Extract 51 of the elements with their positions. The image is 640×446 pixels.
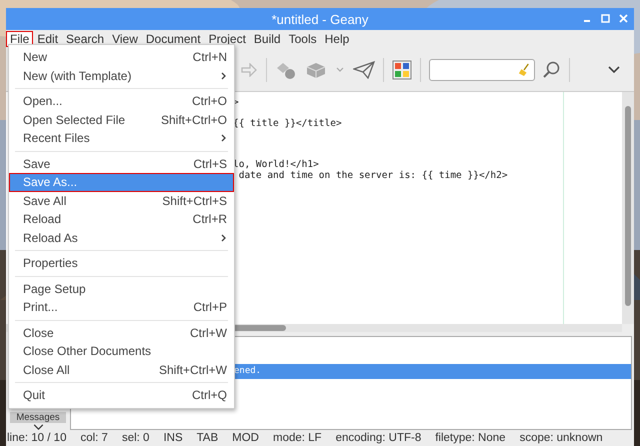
status-item: sel: 0 (122, 432, 150, 444)
search-field[interactable] (429, 58, 535, 80)
broom-icon[interactable] (518, 62, 530, 78)
menu-item[interactable]: Edit (33, 31, 62, 47)
status-item: MOD (232, 432, 259, 444)
search-icon[interactable] (543, 60, 561, 78)
status-item: col: 7 (80, 432, 108, 444)
menu-item[interactable]: Open Selected File Shift+Ctrl+O (9, 110, 234, 129)
paper-plane-icon[interactable] (353, 60, 375, 78)
menu-item[interactable]: Document (142, 31, 205, 47)
window-title: *untitled - Geany (272, 12, 368, 26)
chevron-down-icon[interactable] (32, 424, 44, 430)
code-line: {{ title }}</title> (233, 118, 342, 129)
menu-item[interactable]: Save Ctrl+S (9, 154, 234, 173)
menu-item[interactable]: Properties (9, 254, 234, 272)
menu-item[interactable]: Quit Ctrl+Q (9, 386, 234, 404)
scrollbar[interactable] (622, 92, 634, 324)
maximize-icon[interactable] (601, 14, 610, 23)
chevron-down-icon[interactable] (608, 66, 620, 74)
menu-item[interactable]: Project (204, 31, 250, 47)
menu-item[interactable]: Close Ctrl+W (9, 324, 234, 342)
status-item: line: 10 / 10 (7, 432, 66, 444)
status-item: TAB (196, 432, 218, 444)
menu-item[interactable]: Save All Shift+Ctrl+S (9, 192, 234, 210)
menu-item[interactable]: Page Setup (9, 280, 234, 298)
caret-icon[interactable] (335, 66, 345, 74)
status-item: INS (163, 432, 183, 444)
code-line: date and time on the server is: {{ time }}</h2> (238, 170, 508, 181)
menu-item[interactable]: Print... Ctrl+P (9, 298, 234, 316)
menu-item[interactable]: New Ctrl+N (9, 48, 234, 66)
arrow-right-icon[interactable] (240, 62, 258, 76)
menu-item[interactable]: Help (320, 31, 354, 47)
status-item: scope: unknown (520, 432, 603, 444)
menu-item[interactable]: Reload As (9, 228, 234, 247)
menu-item[interactable]: Open... Ctrl+O (9, 92, 234, 110)
messages-tab[interactable]: Messages (10, 412, 66, 423)
status-item: mode: LF (273, 432, 322, 444)
menu-item[interactable]: Close Other Documents (9, 342, 234, 360)
message-text: ened. (234, 366, 262, 376)
menu-item[interactable]: Reload Ctrl+R (9, 210, 234, 228)
menu-item[interactable]: Build (250, 31, 285, 47)
menu-item[interactable]: Search (62, 31, 108, 47)
status-item: encoding: UTF-8 (336, 432, 422, 444)
color-chooser-icon[interactable] (392, 60, 412, 80)
menu-item[interactable]: New (with Template) (9, 66, 234, 85)
menu-item[interactable]: View (108, 31, 142, 47)
close-icon[interactable] (619, 14, 628, 23)
code-line: lo, World!</h1> (233, 159, 319, 170)
status-item: filetype: None (435, 432, 506, 444)
menu-item[interactable]: Recent Files (9, 129, 234, 148)
menu-item[interactable]: Tools (284, 31, 321, 47)
